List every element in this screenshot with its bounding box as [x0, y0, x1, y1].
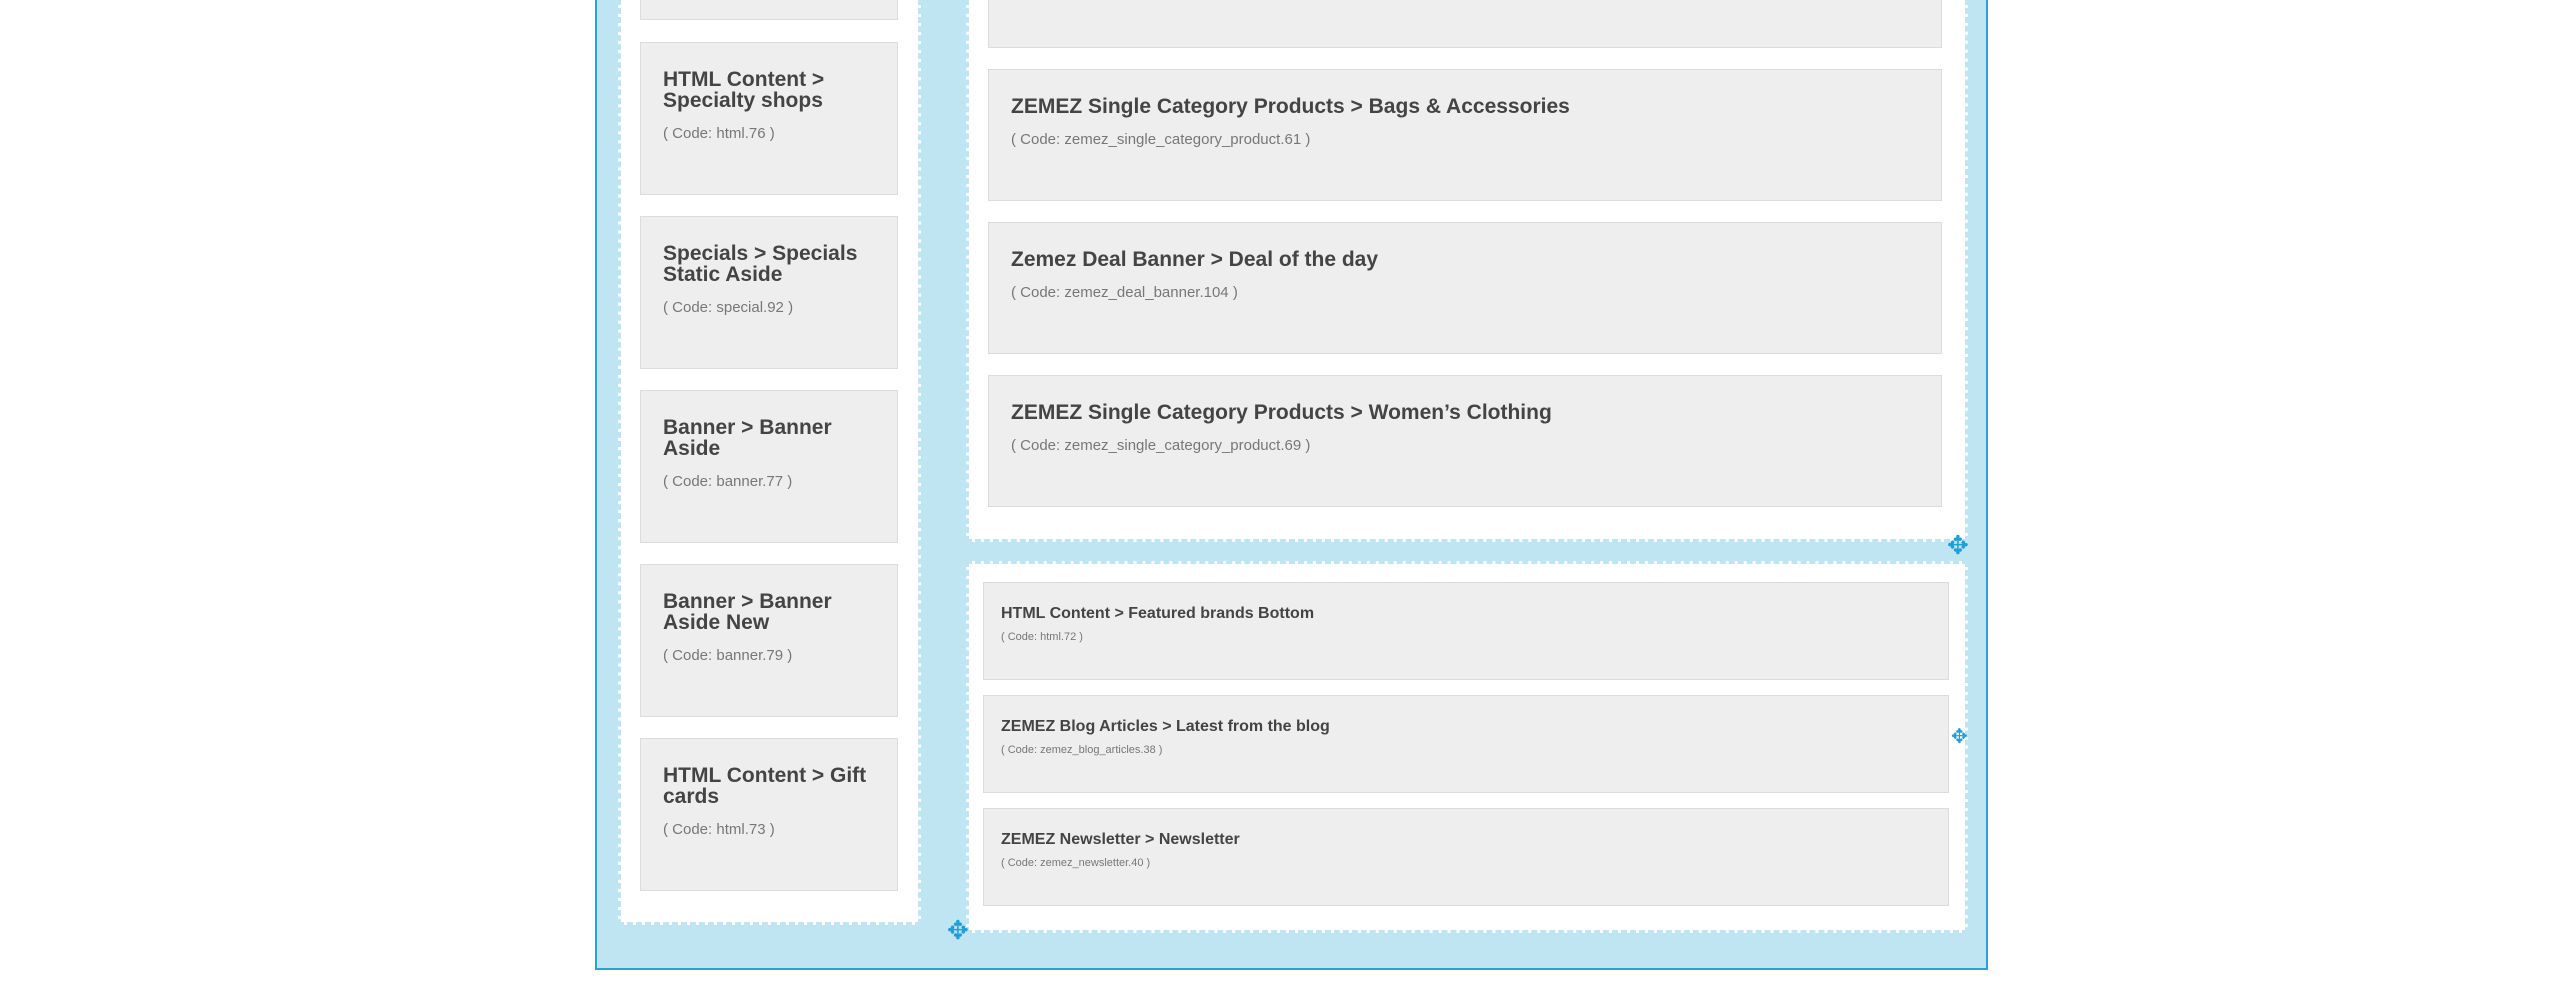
main-top-module-cropped[interactable]	[988, 0, 1942, 48]
module-title: HTML Content > Specialty shops	[663, 68, 825, 112]
module-title: HTML Content > Gift cards	[663, 764, 867, 808]
module-title: HTML Content > Featured brands Bottom	[1001, 605, 1315, 622]
main-bottom-module-featured-brands[interactable]: HTML Content > Featured brands Bottom ( …	[983, 582, 1949, 680]
main-top-module-bags-accessories[interactable]: ZEMEZ Single Category Products > Bags & …	[988, 69, 1942, 201]
module-title: ZEMEZ Blog Articles > Latest from the bl…	[1001, 718, 1330, 735]
module-code: ( Code: zemez_newsletter.40 )	[1001, 857, 1151, 869]
module-title: ZEMEZ Newsletter > Newsletter	[1001, 831, 1240, 848]
module-code: ( Code: html.72 )	[1001, 631, 1083, 643]
module-code: ( Code: banner.77 )	[663, 473, 793, 490]
module-code: ( Code: zemez_single_category_product.69…	[1011, 437, 1311, 454]
move-arrows-icon[interactable]: ✥	[1951, 726, 1968, 746]
module-title: Specials > Specials Static Aside	[663, 242, 858, 286]
move-arrows-icon[interactable]: ✥	[947, 918, 969, 944]
move-arrows-icon[interactable]: ✥	[1947, 533, 1969, 559]
module-code: ( Code: zemez_blog_articles.38 )	[1001, 744, 1163, 756]
module-title: Banner > Banner Aside New	[663, 590, 832, 634]
module-code: ( Code: banner.79 )	[663, 647, 793, 664]
module-title: ZEMEZ Single Category Products > Bags & …	[1011, 95, 1570, 118]
sidebar-module-cropped[interactable]	[640, 0, 898, 20]
module-code: ( Code: special.92 )	[663, 299, 794, 316]
main-bottom-module-latest-blog[interactable]: ZEMEZ Blog Articles > Latest from the bl…	[983, 695, 1949, 793]
main-top-module-deal-of-the-day[interactable]: Zemez Deal Banner > Deal of the day ( Co…	[988, 222, 1942, 354]
main-top-module-womens-clothing[interactable]: ZEMEZ Single Category Products > Women’s…	[988, 375, 1942, 507]
main-bottom-module-newsletter[interactable]: ZEMEZ Newsletter > Newsletter ( Code: ze…	[983, 808, 1949, 906]
module-code: ( Code: zemez_deal_banner.104 )	[1011, 284, 1238, 301]
module-title: Banner > Banner Aside	[663, 416, 832, 460]
module-code: ( Code: zemez_single_category_product.61…	[1011, 131, 1311, 148]
module-title: Zemez Deal Banner > Deal of the day	[1011, 248, 1379, 271]
sidebar-module-specials-static-aside[interactable]: Specials > Specials Static Aside ( Code:…	[640, 216, 898, 369]
module-title: ZEMEZ Single Category Products > Women’s…	[1011, 401, 1552, 424]
sidebar-module-banner-aside[interactable]: Banner > Banner Aside ( Code: banner.77 …	[640, 390, 898, 543]
module-code: ( Code: html.76 )	[663, 125, 775, 142]
module-code: ( Code: html.73 )	[663, 821, 775, 838]
sidebar-module-specialty-shops[interactable]: HTML Content > Specialty shops ( Code: h…	[640, 42, 898, 195]
sidebar-module-banner-aside-new[interactable]: Banner > Banner Aside New ( Code: banner…	[640, 564, 898, 717]
sidebar-module-gift-cards[interactable]: HTML Content > Gift cards ( Code: html.7…	[640, 738, 898, 891]
